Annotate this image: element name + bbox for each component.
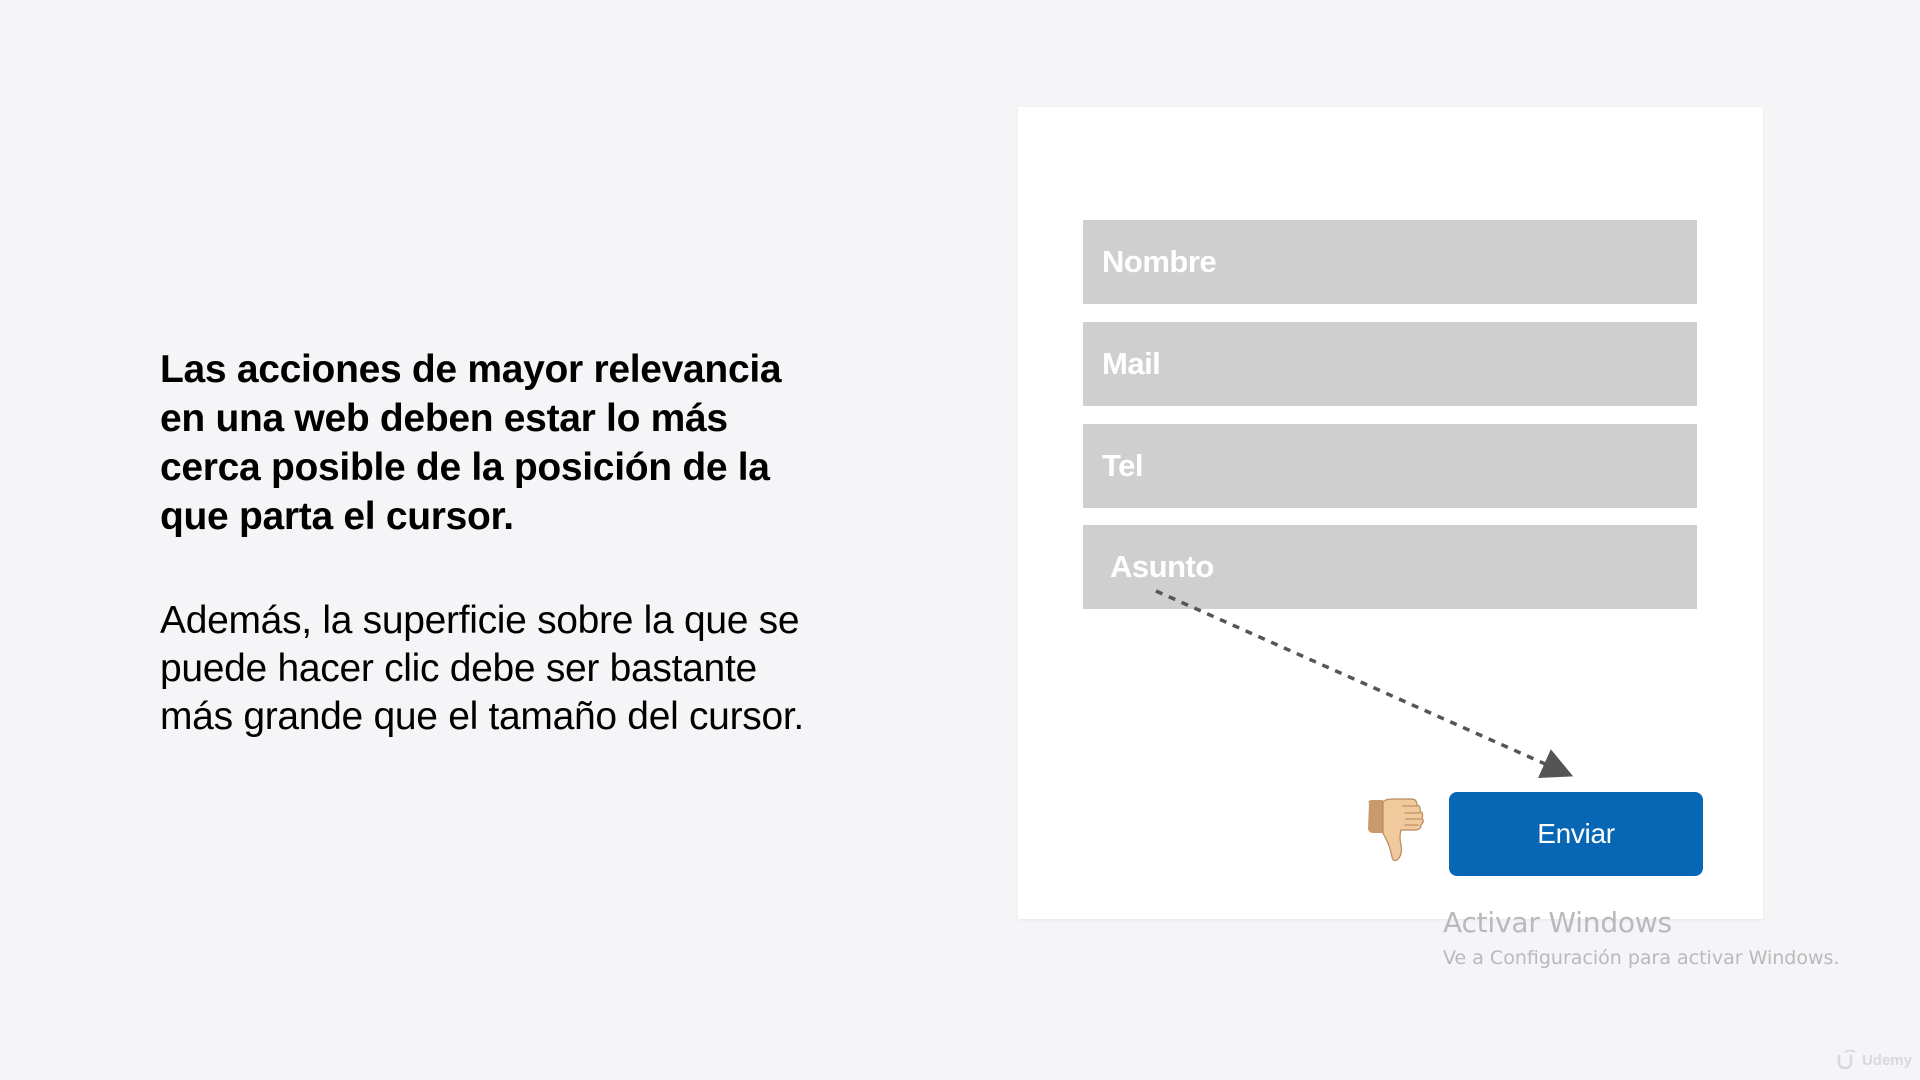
watermark-title: Activar Windows <box>1443 906 1672 939</box>
activation-watermark: Activar Windows Ve a Configuración para … <box>1443 905 1839 971</box>
submit-button[interactable]: Enviar <box>1449 792 1703 876</box>
mail-field-label: Mail <box>1102 346 1161 381</box>
body-line: Además, la superficie sobre la que se <box>160 599 800 642</box>
thumbs-down-icon <box>1368 798 1424 862</box>
udemy-logo-icon <box>1837 1050 1856 1070</box>
name-field[interactable]: Nombre <box>1083 220 1697 304</box>
subject-field[interactable]: Asunto <box>1083 525 1697 609</box>
slide-body-text: Además, la superficie sobre la que se pu… <box>160 597 850 741</box>
dashed-arrow-line <box>1155 589 1574 779</box>
headline-line: cerca posible de la posición de la <box>160 446 770 489</box>
name-field-label: Nombre <box>1102 244 1217 279</box>
headline-line: en una web deben estar lo más <box>160 397 728 440</box>
udemy-brand: Udemy <box>1837 1050 1912 1070</box>
slide-text-block: Las acciones de mayor relevancia en una … <box>160 345 850 741</box>
contact-form-card: Nombre Mail Tel Asunto Enviar <box>1018 107 1763 919</box>
body-line: más grande que el tamaño del cursor. <box>160 695 804 738</box>
headline-line: que parta el cursor. <box>160 495 514 538</box>
watermark-subtitle: Ve a Configuración para activar Windows. <box>1443 947 1840 969</box>
phone-field[interactable]: Tel <box>1083 424 1697 508</box>
phone-field-label: Tel <box>1102 448 1144 483</box>
body-line: puede hacer clic debe ser bastante <box>160 647 757 690</box>
headline-line: Las acciones de mayor relevancia <box>160 348 782 391</box>
mail-field[interactable]: Mail <box>1083 322 1697 406</box>
brand-name: Udemy <box>1861 1051 1912 1069</box>
presentation-slide: Las acciones de mayor relevancia en una … <box>0 0 1920 1080</box>
slide-headline: Las acciones de mayor relevancia en una … <box>160 345 850 541</box>
subject-field-label: Asunto <box>1110 549 1214 584</box>
